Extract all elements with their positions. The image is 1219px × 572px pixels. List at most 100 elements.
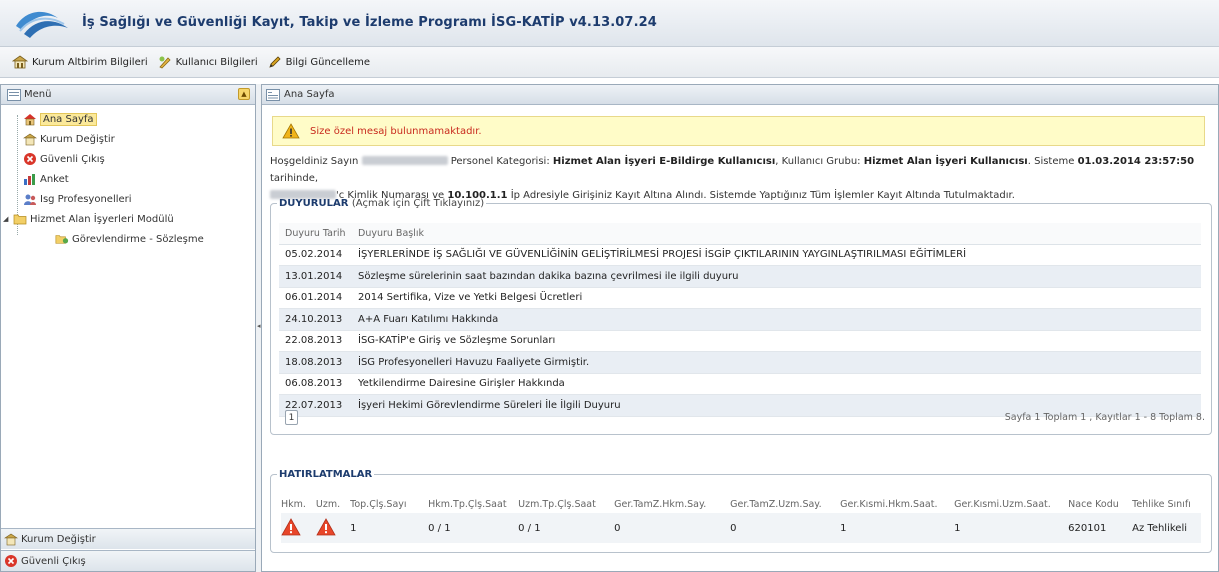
- sidebar-item-label: Isg Profesyonelleri: [40, 193, 132, 205]
- kurum-altbirim-button[interactable]: Kurum Altbirim Bilgileri: [12, 55, 148, 69]
- row-title: Yetkilendirme Dairesine Girişler Hakkınd…: [352, 373, 1201, 395]
- menu-tree: Ana Sayfa Kurum Değiştir Güvenli Çıkış A…: [1, 105, 255, 249]
- login-suffix: tarihinde,: [270, 173, 319, 184]
- collapse-sidebar-button[interactable]: ▲: [238, 88, 250, 100]
- alert-box: Size özel mesaj bulunmamaktadır.: [272, 116, 1205, 146]
- footer-guvenli-cikis[interactable]: Güvenli Çıkış: [1, 550, 255, 571]
- column-header-title[interactable]: Duyuru Başlık: [352, 223, 1201, 245]
- sidebar-item-anket[interactable]: Anket: [15, 169, 255, 189]
- sidebar-item-label: Ana Sayfa: [40, 112, 97, 126]
- column-header: Ger.Kısmi.Hkm.Saat.: [840, 499, 938, 510]
- announcements-box: DUYURULAR (Açmak için Çift Tıklayınız) D…: [270, 198, 1212, 435]
- exit-icon: [23, 152, 37, 166]
- column-header-date[interactable]: Duyuru Tarih: [279, 223, 352, 245]
- user-edit-icon: [158, 56, 171, 69]
- footer-label: Kurum Değiştir: [21, 533, 96, 545]
- cell-uzm-tp-cls-saat: 0 / 1: [518, 513, 615, 543]
- sidebar-item-isg-profesyonelleri[interactable]: Isg Profesyonelleri: [15, 189, 255, 209]
- row-date: 24.10.2013: [279, 308, 352, 331]
- group-value: Hizmet Alan İşyeri Kullanıcısı: [863, 156, 1028, 167]
- kullanici-bilgileri-button[interactable]: Kullanıcı Bilgileri: [158, 55, 258, 69]
- category-label: Personel Kategorisi:: [450, 156, 550, 167]
- menu-icon: [7, 88, 21, 101]
- table-row[interactable]: 1 0 / 1 0 / 1 0 0 1 1 620101 Az Tehlikel…: [281, 513, 1201, 543]
- hekim-warning-icon[interactable]: [281, 513, 316, 543]
- sidebar-item-label: Anket: [40, 173, 69, 185]
- expand-arrow-icon[interactable]: ◢: [3, 215, 13, 223]
- table-row[interactable]: 13.01.2014 Sözleşme sürelerinin saat bazı…: [279, 265, 1201, 288]
- column-header: Top.Çlş.Sayı: [350, 499, 407, 510]
- cell-nace-kodu: 620101: [1068, 513, 1133, 543]
- sidebar-item-kurum-degistir[interactable]: Kurum Değiştir: [15, 129, 255, 149]
- cell-ger-tamz-hkm: 0: [614, 513, 731, 543]
- column-header: Ger.TamZ.Hkm.Say.: [614, 499, 707, 510]
- row-title: İSG Profesyonelleri Havuzu Faaliyete Gir…: [352, 351, 1201, 374]
- table-row[interactable]: 05.02.2014 İŞYERLERİNDE İŞ SAĞLIĞI VE GÜV…: [279, 244, 1201, 266]
- sidebar: Menü ▲ Ana Sayfa Kurum Değiştir Güvenli …: [0, 84, 256, 572]
- page-1-button[interactable]: 1: [285, 410, 298, 425]
- column-header: Uzm.: [315, 499, 341, 510]
- uzman-warning-icon[interactable]: [315, 513, 351, 543]
- announcements-table: Duyuru Tarih Duyuru Başlık 05.02.2014 İŞY…: [279, 223, 1201, 417]
- row-date: 22.08.2013: [279, 330, 352, 352]
- category-value: Hizmet Alan İşyeri E-Bildirge Kullanıcıs…: [552, 156, 776, 167]
- announcements-legend: DUYURULAR (Açmak için Çift Tıklayınız): [279, 198, 485, 209]
- sidebar-item-label: Güvenli Çıkış: [40, 153, 105, 165]
- building-icon: [4, 533, 18, 545]
- row-date: 06.01.2014: [279, 287, 352, 309]
- sidebar-item-hizmet-alan-isyerleri[interactable]: ◢ Hizmet Alan İşyerleri Modülü: [3, 209, 255, 229]
- sidebar-item-ana-sayfa[interactable]: Ana Sayfa: [15, 109, 255, 129]
- footer-label: Güvenli Çıkış: [21, 555, 86, 567]
- reminders-legend: HATIRLATMALAR: [279, 469, 373, 480]
- column-header: Nace Kodu: [1068, 499, 1119, 510]
- row-date: 05.02.2014: [279, 244, 352, 266]
- pencil-icon: [269, 56, 281, 68]
- row-title: A+A Fuarı Katılımı Hakkında: [352, 308, 1201, 331]
- welcome-text: Hoşgeldiniz Sayın Personel Kategorisi: H…: [270, 153, 1210, 204]
- cell-top-cls-sayi: 1: [350, 513, 429, 543]
- sidebar-item-label: Hizmet Alan İşyerleri Modülü: [30, 213, 174, 225]
- row-title: 2014 Sertifika, Vize ve Yetki Belgesi Üc…: [352, 287, 1201, 309]
- footer-kurum-degistir[interactable]: Kurum Değiştir: [1, 528, 255, 549]
- table-row[interactable]: 18.08.2013 İSG Profesyonelleri Havuzu Faa…: [279, 351, 1201, 374]
- table-row[interactable]: 06.01.2014 2014 Sertifika, Vize ve Yetki …: [279, 287, 1201, 309]
- toolbar: Kurum Altbirim Bilgileri Kullanıcı Bilgi…: [0, 47, 1219, 78]
- table-row[interactable]: 24.10.2013 A+A Fuarı Katılımı Hakkında: [279, 308, 1201, 331]
- login-prefix: . Sisteme: [1027, 156, 1075, 167]
- cell-ger-kismi-uzm: 1: [954, 513, 1069, 543]
- welcome-greeting: Hoşgeldiniz Sayın: [270, 156, 359, 167]
- building-icon: [12, 55, 28, 69]
- table-row[interactable]: 22.08.2013 İSG-KATİP'e Giriş ve Sözleşme …: [279, 330, 1201, 352]
- row-date: 18.08.2013: [279, 351, 352, 374]
- bilgi-guncelleme-button[interactable]: Bilgi Güncelleme: [268, 55, 370, 69]
- sidebar-item-gorevlendirme-sozlesme[interactable]: Görevlendirme - Sözleşme: [15, 229, 255, 249]
- alert-message: Size özel mesaj bulunmamaktadır.: [310, 125, 482, 137]
- table-row[interactable]: 06.08.2013 Yetkilendirme Dairesine Girişl…: [279, 373, 1201, 395]
- people-icon: [23, 192, 37, 206]
- cell-tehlike-sinifi: Az Tehlikeli: [1132, 513, 1201, 543]
- sidebar-item-guvenli-cikis[interactable]: Güvenli Çıkış: [15, 149, 255, 169]
- reminders-table: Hkm. Uzm. Top.Çlş.Sayı Hkm.Tp.Çlş.Saat U…: [281, 496, 1201, 543]
- column-header: Hkm.: [281, 499, 306, 510]
- login-time: 01.03.2014 23:57:50: [1077, 156, 1195, 167]
- logo-icon: [16, 11, 68, 38]
- column-header: Hkm.Tp.Çlş.Saat: [428, 499, 507, 510]
- tab-title: Ana Sayfa: [284, 89, 335, 100]
- cell-hkm-tp-cls-saat: 0 / 1: [428, 513, 519, 543]
- row-title: İŞYERLERİNDE İŞ SAĞLIĞI VE GÜVENLİĞİNİN …: [352, 244, 1201, 266]
- kullanici-bilgileri-label: Kullanıcı Bilgileri: [175, 56, 258, 68]
- group-label: , Kullanıcı Grubu:: [775, 156, 861, 167]
- cell-ger-kismi-hkm: 1: [840, 513, 955, 543]
- splitter-arrow-icon[interactable]: ◂: [257, 322, 261, 330]
- warning-icon: [282, 123, 300, 139]
- column-header: Tehlike Sınıfı: [1132, 499, 1191, 510]
- chart-icon: [23, 172, 37, 186]
- row-title: Sözleşme sürelerinin saat bazından dakik…: [352, 265, 1201, 288]
- exit-icon: [5, 555, 17, 567]
- tab-ana-sayfa[interactable]: Ana Sayfa: [262, 85, 1218, 105]
- column-header: Uzm.Tp.Çlş.Saat: [518, 499, 596, 510]
- folder-icon: [13, 212, 27, 226]
- sidebar-header: Menü ▲: [1, 85, 255, 105]
- row-title: İSG-KATİP'e Giriş ve Sözleşme Sorunları: [352, 330, 1201, 352]
- redacted-name: [361, 156, 448, 165]
